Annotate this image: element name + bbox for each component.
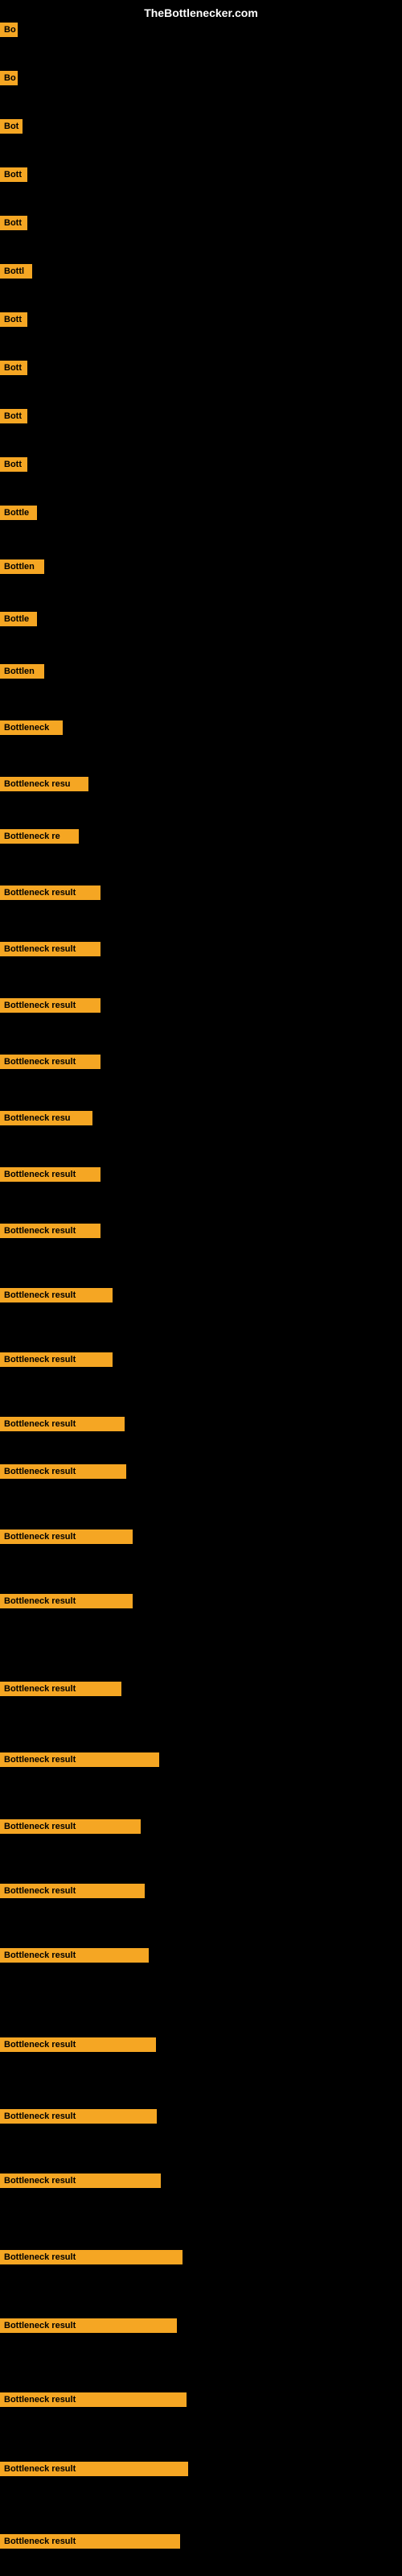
- badge-item: Bottlen: [0, 559, 44, 578]
- badge-item: Bottleneck result: [0, 1167, 100, 1186]
- bottleneck-badge: Bottleneck result: [0, 998, 100, 1013]
- bottleneck-badge: Bottleneck result: [0, 1167, 100, 1182]
- badge-item: Bo: [0, 23, 18, 41]
- badge-item: Bott: [0, 457, 27, 476]
- badge-item: Bottleneck result: [0, 2318, 177, 2337]
- badge-item: Bottleneck result: [0, 886, 100, 904]
- bottleneck-badge: Bottleneck result: [0, 886, 100, 900]
- bottleneck-badge: Bottleneck result: [0, 1224, 100, 1238]
- bottleneck-badge: Bott: [0, 409, 27, 423]
- bottleneck-badge: Bottleneck result: [0, 1464, 126, 1479]
- bottleneck-badge: Bottleneck: [0, 720, 63, 735]
- badge-item: Bottleneck re: [0, 829, 79, 848]
- badge-item: Bottleneck result: [0, 1224, 100, 1242]
- bottleneck-badge: Bottleneck result: [0, 2174, 161, 2188]
- bottleneck-badge: Bottleneck result: [0, 2392, 187, 2407]
- badge-item: Bottleneck result: [0, 2037, 156, 2056]
- bottleneck-badge: Bottle: [0, 506, 37, 520]
- bottleneck-badge: Bottleneck result: [0, 1819, 141, 1834]
- bottleneck-badge: Bottleneck result: [0, 942, 100, 956]
- bottleneck-badge: Bottleneck result: [0, 1530, 133, 1544]
- badge-item: Bottleneck result: [0, 1464, 126, 1483]
- bottleneck-badge: Bottleneck result: [0, 1055, 100, 1069]
- badge-item: Bott: [0, 216, 27, 234]
- badge-item: Bottleneck result: [0, 2392, 187, 2411]
- bottleneck-badge: Bottleneck result: [0, 1752, 159, 1767]
- bottleneck-badge: Bott: [0, 361, 27, 375]
- badge-item: Bottlen: [0, 664, 44, 683]
- bottleneck-badge: Bottlen: [0, 664, 44, 679]
- badge-item: Bot: [0, 119, 23, 138]
- site-title: TheBottlenecker.com: [144, 6, 258, 19]
- badge-item: Bott: [0, 167, 27, 186]
- badge-item: Bott: [0, 409, 27, 427]
- badge-item: Bottleneck resu: [0, 1111, 92, 1129]
- bottleneck-badge: Bott: [0, 167, 27, 182]
- badge-item: Bottleneck result: [0, 2109, 157, 2128]
- bottleneck-badge: Bottleneck result: [0, 2534, 180, 2549]
- badge-item: Bottleneck result: [0, 1417, 125, 1435]
- badge-item: Bottleneck result: [0, 1055, 100, 1073]
- bottleneck-badge: Bottleneck result: [0, 2109, 157, 2124]
- badge-item: Bo: [0, 71, 18, 89]
- bottleneck-badge: Bot: [0, 119, 23, 134]
- bottleneck-badge: Bott: [0, 312, 27, 327]
- bottleneck-badge: Bottleneck resu: [0, 1111, 92, 1125]
- badge-item: Bottleneck result: [0, 2174, 161, 2192]
- badge-item: Bottleneck result: [0, 942, 100, 960]
- badge-item: Bottleneck result: [0, 1948, 149, 1967]
- badge-item: Bottleneck result: [0, 1819, 141, 1838]
- bottleneck-badge: Bo: [0, 23, 18, 37]
- badge-item: Bottle: [0, 506, 37, 524]
- bottleneck-badge: Bottleneck result: [0, 2318, 177, 2333]
- bottleneck-badge: Bottleneck result: [0, 1884, 145, 1898]
- badge-item: Bottleneck result: [0, 1682, 121, 1700]
- badge-item: Bottleneck result: [0, 1530, 133, 1548]
- badge-item: Bottleneck resu: [0, 777, 88, 795]
- badge-item: Bottleneck result: [0, 1594, 133, 1612]
- bottleneck-badge: Bottleneck result: [0, 2037, 156, 2052]
- bottleneck-badge: Bottlen: [0, 559, 44, 574]
- bottleneck-badge: Bottl: [0, 264, 32, 279]
- badge-item: Bott: [0, 312, 27, 331]
- bottleneck-badge: Bottleneck result: [0, 1288, 113, 1302]
- badge-item: Bottleneck result: [0, 2250, 183, 2268]
- bottleneck-badge: Bottleneck result: [0, 1682, 121, 1696]
- badge-item: Bottleneck result: [0, 1884, 145, 1902]
- badge-item: Bottleneck result: [0, 1352, 113, 1371]
- bottleneck-badge: Bottleneck result: [0, 2462, 188, 2476]
- badge-item: Bottl: [0, 264, 32, 283]
- bottleneck-badge: Bottleneck result: [0, 2250, 183, 2264]
- bottleneck-badge: Bottleneck result: [0, 1417, 125, 1431]
- badge-item: Bottle: [0, 612, 37, 630]
- bottleneck-badge: Bottleneck result: [0, 1352, 113, 1367]
- bottleneck-badge: Bottleneck result: [0, 1594, 133, 1608]
- badge-item: Bottleneck result: [0, 2462, 188, 2480]
- badge-item: Bottleneck: [0, 720, 63, 739]
- badge-item: Bottleneck result: [0, 2534, 180, 2553]
- bottleneck-badge: Bo: [0, 71, 18, 85]
- bottleneck-badge: Bottleneck re: [0, 829, 79, 844]
- bottleneck-badge: Bottleneck result: [0, 1948, 149, 1963]
- badge-item: Bottleneck result: [0, 1288, 113, 1307]
- bottleneck-badge: Bott: [0, 457, 27, 472]
- badge-item: Bottleneck result: [0, 998, 100, 1017]
- bottleneck-badge: Bott: [0, 216, 27, 230]
- bottleneck-badge: Bottle: [0, 612, 37, 626]
- badge-item: Bott: [0, 361, 27, 379]
- bottleneck-badge: Bottleneck resu: [0, 777, 88, 791]
- badge-item: Bottleneck result: [0, 1752, 159, 1771]
